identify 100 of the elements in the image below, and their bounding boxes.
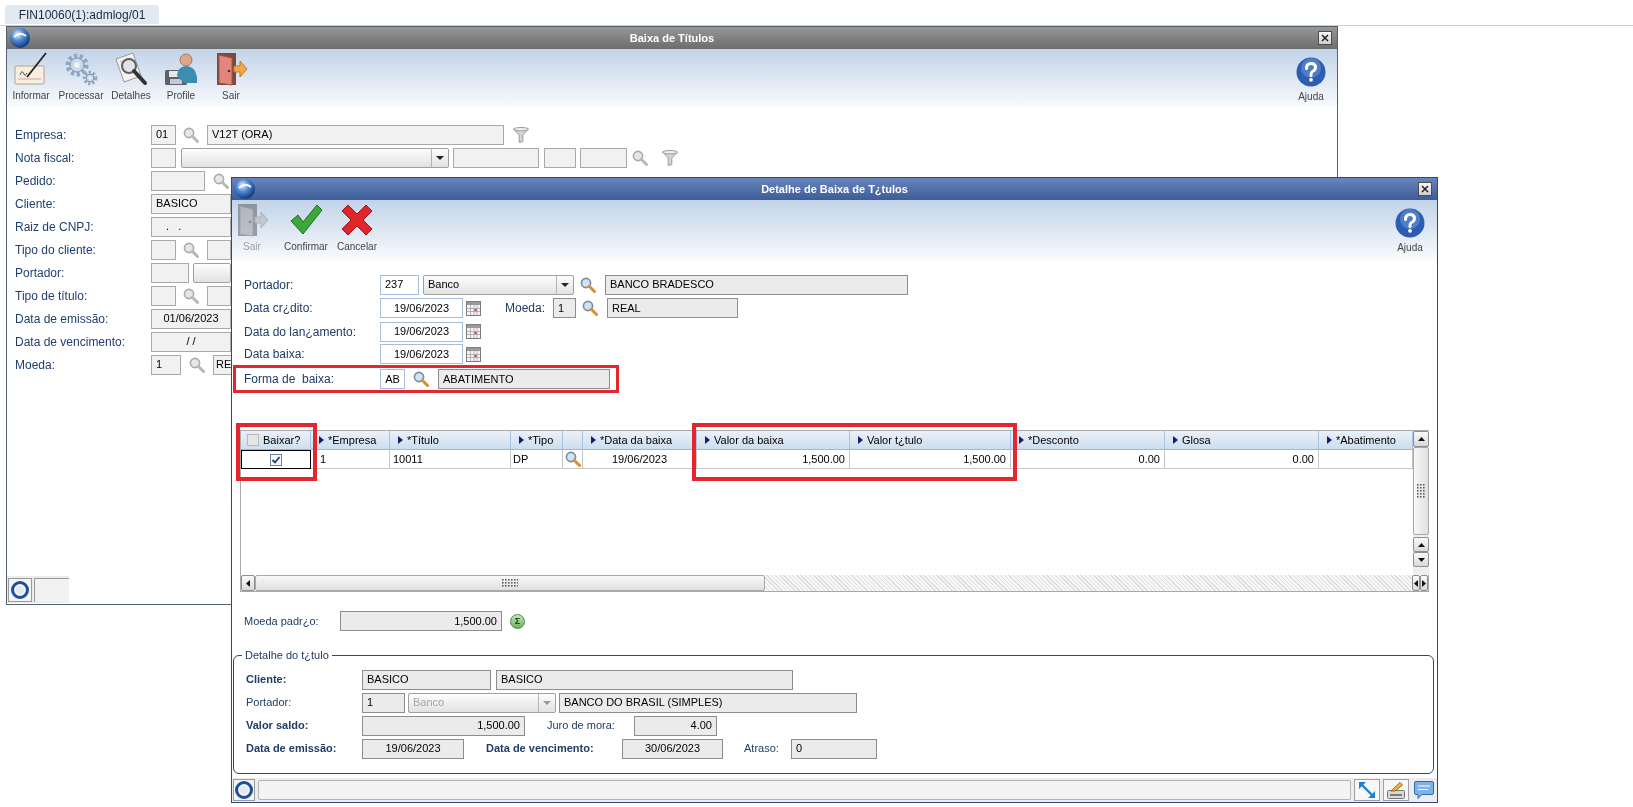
pencil-tray-icon [1387, 781, 1405, 799]
search-icon[interactable] [413, 371, 429, 387]
help-button[interactable]: Ajuda [1390, 200, 1430, 254]
text-field[interactable] [453, 147, 539, 168]
search-icon[interactable] [183, 126, 199, 143]
text-field[interactable]: 0 [791, 738, 877, 759]
user-floppy-icon [164, 52, 198, 86]
calendar-icon[interactable] [466, 300, 481, 316]
toolbar-button[interactable]: Confirmar [278, 200, 334, 254]
text-field[interactable]: 30/06/2023 [622, 738, 723, 759]
column-header[interactable]: *Desconto [1011, 431, 1165, 450]
text-field[interactable]: BANCO BRADESCO [605, 274, 908, 295]
calendar-icon[interactable] [466, 324, 481, 339]
text-field[interactable] [151, 285, 176, 306]
checkbox[interactable] [270, 453, 282, 466]
search-icon[interactable] [189, 356, 205, 373]
column-header[interactable]: Valor da baixa [697, 431, 850, 450]
column-header[interactable]: Baixar? [241, 431, 311, 450]
column-header[interactable]: *Tipo [511, 431, 563, 450]
scroll-up-button[interactable] [1413, 537, 1429, 552]
column-header[interactable]: *Empresa [311, 431, 390, 450]
scroll-left-button[interactable] [241, 575, 255, 591]
column-header[interactable]: Valor t¿tulo [850, 431, 1011, 450]
text-field[interactable] [151, 147, 176, 168]
search-icon[interactable] [213, 172, 229, 189]
search-icon[interactable] [183, 241, 199, 258]
text-field[interactable] [151, 170, 205, 191]
close-button[interactable] [1318, 31, 1332, 45]
text-field[interactable]: 1 [553, 298, 576, 318]
chat-button[interactable] [1412, 779, 1436, 801]
search-icon[interactable] [580, 276, 596, 293]
text-field[interactable] [544, 147, 576, 168]
toolbar-button[interactable]: Informar [7, 49, 55, 103]
column-header[interactable] [563, 431, 583, 450]
text-field[interactable]: V12T (ORA) [207, 124, 504, 145]
toolbar-button[interactable]: Cancelar [334, 200, 380, 254]
text-field[interactable]: . . [151, 216, 231, 237]
filter-icon[interactable] [662, 149, 678, 166]
text-field[interactable]: BASICO [496, 669, 793, 690]
text-field[interactable]: / / [151, 331, 231, 352]
date-field[interactable]: 19/06/2023 [380, 298, 463, 318]
column-header[interactable]: Glosa [1165, 431, 1319, 450]
text-field[interactable]: 1 [362, 692, 405, 713]
text-field[interactable]: 1,500.00 [362, 715, 525, 736]
search-icon[interactable] [582, 300, 598, 316]
toolbar-button[interactable]: Processar [57, 49, 105, 103]
text-field[interactable]: 19/06/2023 [362, 738, 464, 759]
text-field[interactable]: BASICO [151, 193, 231, 214]
triangle-icon [398, 436, 403, 444]
text-field[interactable]: 4.00 [634, 715, 717, 736]
text-field[interactable] [580, 147, 627, 168]
filter-icon[interactable] [513, 126, 529, 143]
toolbar-button[interactable]: Profile [157, 49, 205, 103]
text-field[interactable]: ABATIMENTO [438, 369, 610, 389]
scroll-left-button[interactable] [1412, 575, 1420, 591]
text-field[interactable] [207, 239, 231, 260]
dropdown[interactable] [181, 147, 449, 168]
text-field[interactable] [151, 239, 176, 260]
checkbox[interactable] [247, 434, 259, 446]
text-field[interactable]: AB [380, 369, 405, 389]
triangle-icon [858, 436, 863, 444]
scroll-right-button[interactable] [1420, 575, 1428, 591]
scroll-up-button[interactable] [1413, 431, 1429, 447]
toolbar-button[interactable]: Sair [207, 49, 255, 103]
dropdown[interactable] [193, 262, 231, 283]
calendar-icon[interactable] [466, 346, 481, 362]
text-field[interactable]: 01/06/2023 [151, 308, 231, 329]
text-field[interactable]: 01 [151, 124, 176, 145]
tab[interactable]: FIN10060(1):admlog/01 [5, 5, 159, 24]
text-field[interactable]: REAL [607, 298, 738, 318]
close-button[interactable] [1418, 182, 1432, 196]
sum-button[interactable]: Σ [510, 613, 525, 629]
search-icon[interactable] [183, 287, 199, 304]
grip-icon [1417, 484, 1425, 498]
scroll-down-button[interactable] [1413, 552, 1429, 567]
column-header[interactable]: *Data da baixa [583, 431, 697, 450]
text-field[interactable]: 237 [380, 274, 419, 295]
date-field[interactable]: 19/06/2023 [380, 321, 463, 342]
toolbar-button[interactable]: Detalhes [107, 49, 155, 103]
tools-button[interactable] [1383, 779, 1409, 801]
diagonal-arrows-icon [1359, 782, 1375, 798]
dropdown[interactable]: Banco [423, 274, 574, 295]
scroll-thumb[interactable] [1413, 447, 1429, 535]
text-field[interactable]: BASICO [362, 669, 491, 690]
text-field[interactable]: BANCO DO BRASIL (SIMPLES) [559, 692, 857, 713]
text-field[interactable]: 1,500.00 [340, 611, 502, 631]
column-header[interactable]: *Abatimento [1319, 431, 1413, 450]
text-field[interactable]: 1 [151, 354, 181, 375]
ring-icon [235, 781, 253, 799]
status-button[interactable] [233, 779, 255, 801]
date-field[interactable]: 19/06/2023 [380, 344, 463, 364]
help-button[interactable]: Ajuda [1291, 49, 1331, 103]
resize-button[interactable] [1354, 779, 1380, 801]
scroll-thumb[interactable] [255, 575, 765, 591]
text-field[interactable] [207, 285, 231, 306]
door-arrow-icon [235, 203, 269, 237]
column-header[interactable]: *Título [390, 431, 511, 450]
text-field[interactable] [151, 262, 189, 283]
search-icon[interactable] [632, 149, 648, 166]
status-button[interactable] [8, 577, 32, 602]
